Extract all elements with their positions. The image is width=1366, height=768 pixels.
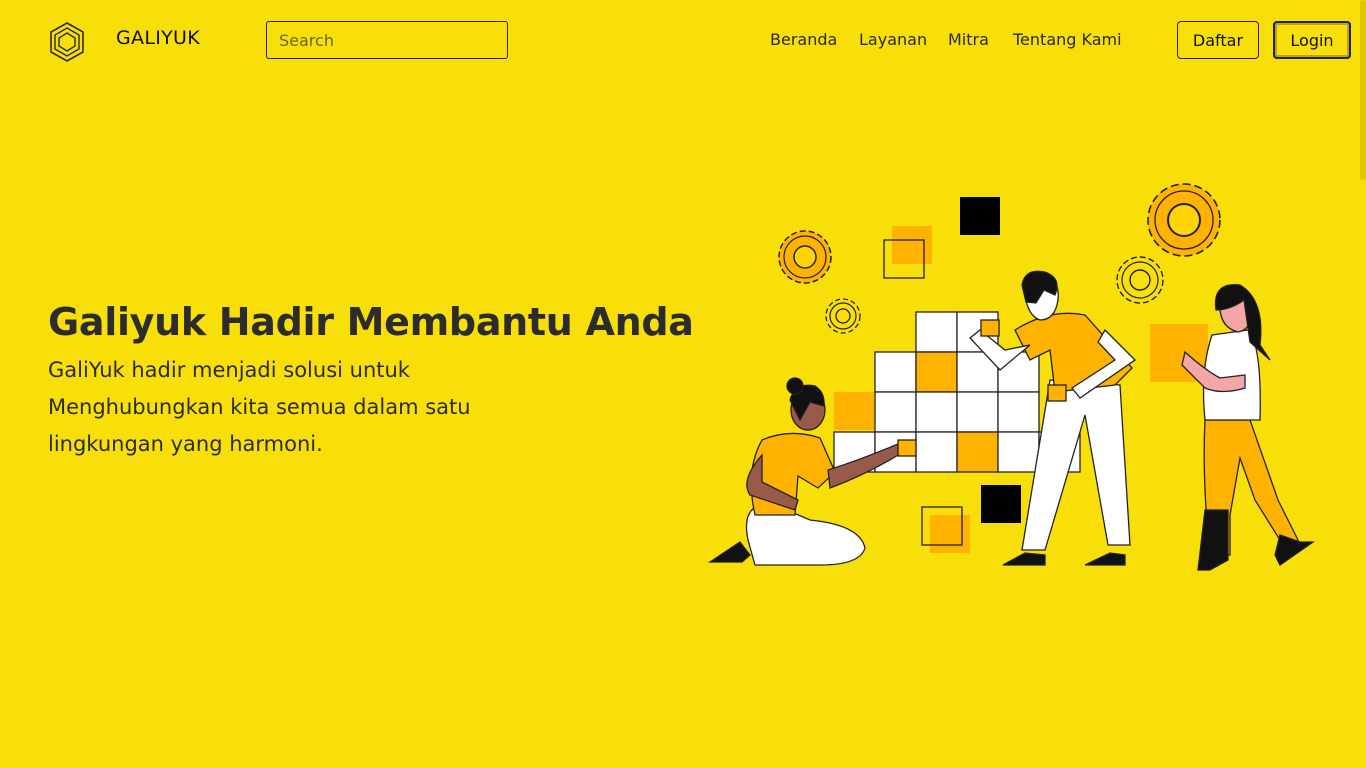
login-button[interactable]: Login xyxy=(1273,21,1351,59)
scrollbar[interactable] xyxy=(1360,0,1366,180)
gear-icon xyxy=(1147,183,1221,257)
register-button[interactable]: Daftar xyxy=(1177,21,1259,59)
team-building-blocks-illustration xyxy=(707,183,1316,571)
navbar: GALIYUK Beranda Layanan Mitra Tentang Ka… xyxy=(0,0,1366,80)
gear-icon xyxy=(778,230,832,284)
gear-icon xyxy=(825,298,861,334)
brand-name[interactable]: GALIYUK xyxy=(116,27,200,49)
nav-link-mitra[interactable]: Mitra xyxy=(948,30,989,49)
nav-link-layanan[interactable]: Layanan xyxy=(859,30,927,49)
hero-title: Galiyuk Hadir Membantu Anda xyxy=(48,300,694,344)
gear-icon xyxy=(1116,256,1164,304)
nav-link-tentang-kami[interactable]: Tentang Kami xyxy=(1013,30,1122,49)
search-input[interactable] xyxy=(266,21,508,59)
hero-description: GaliYuk hadir menjadi solusi untuk Mengh… xyxy=(48,358,471,456)
nav-link-beranda[interactable]: Beranda xyxy=(770,30,837,49)
hexagon-logo-icon[interactable] xyxy=(49,22,85,62)
